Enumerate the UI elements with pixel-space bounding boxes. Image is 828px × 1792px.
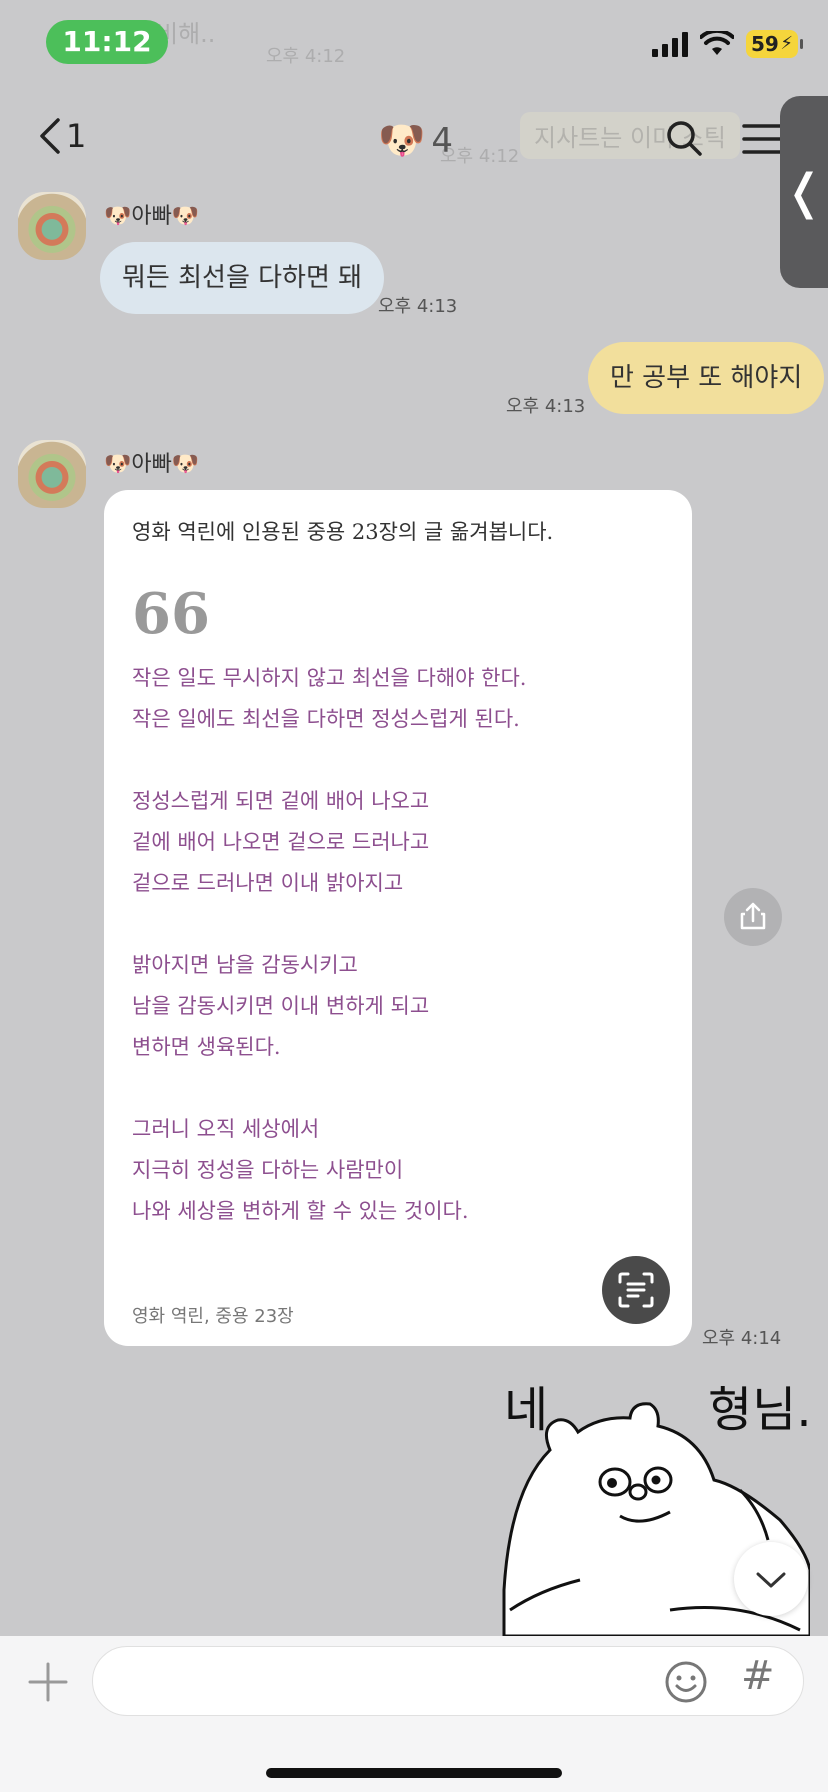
share-icon [740,902,766,930]
status-icons: 59 ⚡ [652,30,803,58]
hashtag-button[interactable]: # [741,1653,775,1699]
emoji-icon [665,1661,707,1703]
quote-gap [132,740,672,781]
quote-line: 그러니 오직 세상에서 [132,1117,320,1141]
quote-gap [132,1068,672,1109]
room-emoji: 🐶 [378,118,426,162]
unread-count: 1 [66,117,87,155]
message-time: 오후 4:13 [506,396,586,417]
image-message[interactable]: 영화 역린에 인용된 중용 23장의 글 옮겨봅니다. 66 작은 일도 무시하… [104,490,692,1346]
search-icon [667,121,702,156]
quote-line: 정성스럽게 되면 겉에 배어 나오고 [132,789,430,813]
scroll-to-bottom-button[interactable] [734,1542,808,1616]
quote-line: 남을 감동시키면 이내 변하게 되고 [132,994,430,1018]
quote-line: 작은 일에도 최선을 다하면 정성스럽게 된다. [132,707,520,731]
side-panel-tab[interactable]: ❬ [780,96,828,288]
home-indicator [266,1768,562,1778]
plus-icon [28,1662,68,1702]
message-bubble[interactable]: 뭐든 최선을 다하면 돼 [100,242,385,314]
text-scan-icon [618,1272,654,1308]
search-button[interactable] [664,118,704,162]
attach-button[interactable] [26,1660,70,1708]
avatar[interactable] [18,192,86,260]
status-time: 11:12 [46,20,168,64]
quote-body: 작은 일도 무시하지 않고 최선을 다해야 한다. 작은 일에도 최선을 다하면… [132,658,672,1232]
status-bar: 11:12 59 ⚡ [0,0,828,86]
message-input[interactable]: # [92,1646,804,1716]
image-intro-text: 영화 역린에 인용된 중용 23장의 글 옮겨봅니다. [132,520,554,544]
message-time: 오후 4:13 [378,296,458,317]
message-bubble-outgoing[interactable]: 만 공부 또 해야지 [588,342,825,414]
chevron-left-icon [40,118,60,154]
quote-line: 변하면 생육된다. [132,1035,281,1059]
quote-line: 밝아지면 남을 감동시키고 [132,953,358,977]
text-scan-button[interactable] [602,1256,670,1324]
avatar[interactable] [18,440,86,508]
chevron-down-icon [756,1572,786,1588]
quote-line: 지극히 정성을 다하는 사람만이 [132,1158,404,1182]
image-source-caption: 영화 역린, 중용 23장 [132,1306,294,1327]
quote-line: 나와 세상을 변하게 할 수 있는 것이다. [132,1199,469,1223]
quote-line: 겉에 배어 나오면 겉으로 드러나고 [132,830,430,854]
quote-gap [132,904,672,945]
quote-line: 겉으로 드러나면 이내 밝아지고 [132,871,404,895]
charging-bolt-icon: ⚡ [780,33,793,54]
sender-name: 🐶아빠🐶 [104,204,200,229]
quote-mark-icon: 66 [132,581,210,647]
menu-button[interactable] [742,122,782,160]
hamburger-menu-icon [742,124,782,154]
back-button[interactable]: 1 [36,116,86,156]
member-count: 4 [431,120,453,161]
chat-room-title[interactable]: 🐶 4 [378,118,453,163]
wifi-icon [700,31,734,55]
share-button[interactable] [724,888,782,946]
message-time: 오후 4:14 [702,1328,782,1349]
message-input-bar: # [0,1636,828,1792]
chat-header: 1 🐶 4 [0,98,828,182]
emoji-button[interactable] [663,1659,709,1709]
sender-name: 🐶아빠🐶 [104,452,200,477]
battery-level: 59 [751,32,779,56]
battery-indicator: 59 ⚡ [746,30,803,58]
quote-line: 작은 일도 무시하지 않고 최선을 다해야 한다. [132,666,527,690]
signal-icon [652,31,688,57]
